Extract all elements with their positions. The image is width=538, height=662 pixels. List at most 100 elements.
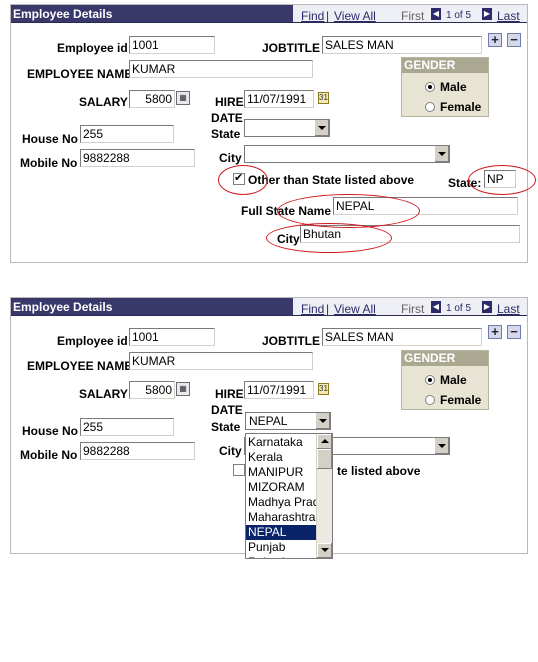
state-dropdown-list[interactable]: Karnataka Kerala MANIPUR MIZORAM Madhya Prad… <box>245 433 333 559</box>
calendar-icon[interactable]: 31 <box>318 383 329 395</box>
female-radio[interactable] <box>425 102 435 112</box>
calculator-icon[interactable]: ▦ <box>176 91 190 105</box>
house-no-field[interactable]: 255 <box>80 125 174 143</box>
female-label: Female <box>440 393 482 407</box>
calendar-icon[interactable]: 31 <box>318 92 329 104</box>
scrollbar[interactable] <box>316 434 332 558</box>
city-label: City <box>219 151 242 165</box>
nav-next-icon[interactable]: ▶ <box>482 301 492 313</box>
employee-name-field[interactable]: KUMAR <box>129 60 313 78</box>
salary-field[interactable]: 5800 <box>129 381 175 399</box>
calculator-icon[interactable]: ▦ <box>176 382 190 396</box>
male-label: Male <box>440 80 467 94</box>
employee-name-label: EMPLOYEE NAME <box>27 67 133 81</box>
dropdown-arrow-icon[interactable] <box>314 120 329 136</box>
house-no-label: House No <box>22 424 79 438</box>
state-code-label: State: <box>448 176 482 190</box>
state-option[interactable]: Karnataka <box>246 435 316 450</box>
dropdown-arrow-icon[interactable] <box>315 413 330 429</box>
city-select[interactable] <box>244 145 450 163</box>
jobtitle-field[interactable]: SALES MAN <box>322 36 482 54</box>
nav-separator: | <box>326 9 330 23</box>
state-select[interactable]: NEPAL <box>245 412 331 430</box>
full-state-field[interactable]: NEPAL <box>333 197 518 215</box>
employee-name-field[interactable]: KUMAR <box>129 352 313 370</box>
state-option[interactable]: NEPAL <box>246 525 316 540</box>
panel-title: Employee Details <box>13 7 113 21</box>
employee-id-label: Employee id <box>57 41 128 55</box>
hire-label: HIRE <box>215 95 244 109</box>
gender-group: GENDER Male Female <box>401 57 489 117</box>
state-select[interactable] <box>244 119 330 137</box>
other-state-checkbox[interactable] <box>233 464 245 476</box>
last-link[interactable]: Last <box>497 302 520 316</box>
employee-id-field[interactable]: 1001 <box>129 36 215 54</box>
nav-separator: | <box>326 302 330 316</box>
view-all-link[interactable]: View All <box>334 9 376 23</box>
hire-date-field[interactable]: 11/07/1991 <box>244 90 314 108</box>
state-option[interactable]: Maharashtra <box>246 510 316 525</box>
state-label: State <box>211 420 241 434</box>
other-state-label: Other than State listed above <box>248 173 415 187</box>
city2-label: City <box>277 232 300 246</box>
minus-icon[interactable]: − <box>507 325 521 339</box>
hire-date-field[interactable]: 11/07/1991 <box>244 381 314 399</box>
city-label: City <box>219 444 242 458</box>
state-option[interactable]: MIZORAM <box>246 480 316 495</box>
other-state-label: te listed above <box>337 464 421 478</box>
jobtitle-label: JOBTITLE <box>262 41 321 55</box>
state-label: State <box>211 127 241 141</box>
dropdown-arrow-icon[interactable] <box>434 146 449 162</box>
scroll-down-icon[interactable] <box>317 543 332 558</box>
nav-next-icon[interactable]: ▶ <box>482 8 492 20</box>
female-label: Female <box>440 100 482 114</box>
employee-name-label: EMPLOYEE NAME <box>27 359 133 373</box>
state-option[interactable]: Kerala <box>246 450 316 465</box>
last-link[interactable]: Last <box>497 9 520 23</box>
first-link[interactable]: First <box>401 9 424 23</box>
record-count: 1 of 5 <box>446 303 472 314</box>
mobile-no-field[interactable]: 9882288 <box>80 442 195 460</box>
jobtitle-field[interactable]: SALES MAN <box>322 328 482 346</box>
plus-icon[interactable]: + <box>488 325 502 339</box>
date-label: DATE <box>211 111 243 125</box>
salary-field[interactable]: 5800 <box>129 90 175 108</box>
date-label: DATE <box>211 403 243 417</box>
find-link[interactable]: Find <box>301 302 324 316</box>
state-option[interactable]: MANIPUR <box>246 465 316 480</box>
male-radio[interactable] <box>425 375 435 385</box>
panel-title: Employee Details <box>13 300 113 314</box>
mobile-no-label: Mobile No <box>20 448 78 462</box>
state-option[interactable]: Madhya Prad <box>246 495 316 510</box>
state-code-field[interactable]: NP <box>484 170 516 188</box>
full-state-label: Full State Name <box>241 204 332 218</box>
male-radio[interactable] <box>425 82 435 92</box>
nav-strip: Find | View All First ◀ 1 of 5 ▶ Last <box>293 298 527 316</box>
dropdown-arrow-icon[interactable] <box>434 438 449 454</box>
nav-prev-icon[interactable]: ◀ <box>431 8 441 20</box>
mobile-no-field[interactable]: 9882288 <box>80 149 195 167</box>
mobile-no-label: Mobile No <box>20 156 78 170</box>
house-no-field[interactable]: 255 <box>80 418 174 436</box>
nav-prev-icon[interactable]: ◀ <box>431 301 441 313</box>
salary-label: SALARY <box>79 387 128 401</box>
state-option[interactable]: Punjab <box>246 540 316 555</box>
gender-title: GENDER <box>402 58 488 73</box>
city2-field[interactable]: Bhutan <box>300 225 520 243</box>
female-radio[interactable] <box>425 395 435 405</box>
first-link[interactable]: First <box>401 302 424 316</box>
state-option[interactable]: Rajasthan <box>246 555 316 558</box>
scroll-thumb[interactable] <box>317 449 332 469</box>
jobtitle-label: JOBTITLE <box>262 334 321 348</box>
scroll-up-icon[interactable] <box>317 434 332 449</box>
minus-icon[interactable]: − <box>507 33 521 47</box>
other-state-checkbox[interactable] <box>233 171 245 185</box>
record-count: 1 of 5 <box>446 10 472 21</box>
state-value: NEPAL <box>249 414 288 428</box>
view-all-link[interactable]: View All <box>334 302 376 316</box>
find-link[interactable]: Find <box>301 9 324 23</box>
employee-id-field[interactable]: 1001 <box>129 328 215 346</box>
employee-details-panel-bottom: Employee Details Find | View All First ◀… <box>10 297 528 559</box>
employee-details-panel-top: Employee Details Find | View All First ◀… <box>10 4 536 263</box>
plus-icon[interactable]: + <box>488 33 502 47</box>
